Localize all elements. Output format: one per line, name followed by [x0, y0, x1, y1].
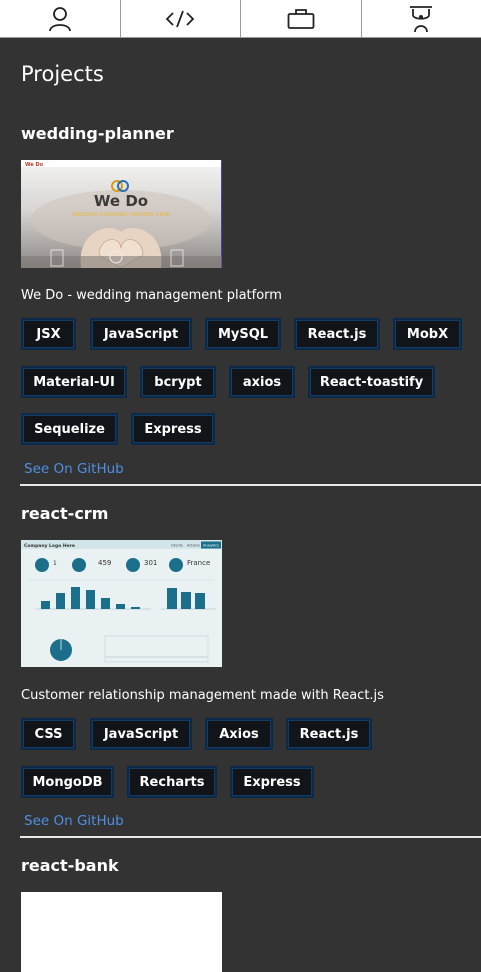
project-thumbnail[interactable]: We Do We Do WEDDING PLANNING HAPPENS HER… [21, 160, 222, 268]
tag: React-toastify [308, 366, 435, 398]
nav-experience-button[interactable] [241, 0, 362, 37]
project-description: Customer relationship management made wi… [21, 688, 384, 703]
tag: JSX [21, 318, 76, 350]
nav-projects-button[interactable] [121, 0, 242, 37]
tag: Express [131, 413, 215, 445]
briefcase-icon [287, 8, 315, 30]
section-title: Projects [21, 62, 104, 86]
svg-text:Company Logo Here: Company Logo Here [24, 543, 75, 549]
svg-text:France: France [187, 559, 210, 567]
svg-text:We Do: We Do [94, 192, 148, 210]
project-title: react-crm [21, 504, 108, 523]
tag: Sequelize [21, 413, 118, 445]
project-thumbnail[interactable] [21, 892, 222, 972]
tag: Material-UI [21, 366, 127, 398]
svg-text:1: 1 [53, 560, 57, 567]
project-description: We Do - wedding management platform [21, 288, 282, 303]
tag: MongoDB [21, 766, 114, 798]
tag: CSS [21, 718, 76, 750]
project-title: wedding-planner [21, 124, 174, 143]
tag: bcrypt [140, 366, 216, 398]
svg-text:Clients: Clients [171, 544, 183, 548]
divider [20, 484, 481, 486]
crm-screenshot: Company Logo Here Clients Actions Analyt… [21, 540, 222, 667]
code-icon [166, 10, 194, 28]
svg-text:We Do: We Do [25, 162, 44, 168]
github-link[interactable]: See On GitHub [24, 461, 124, 477]
tag: MySQL [205, 318, 281, 350]
divider [20, 836, 481, 838]
project-title: react-bank [21, 856, 119, 875]
svg-text:WEDDING PLANNING HAPPENS HERE: WEDDING PLANNING HAPPENS HERE [72, 212, 171, 218]
graduation-icon [408, 5, 434, 33]
wedding-screenshot: We Do We Do WEDDING PLANNING HAPPENS HER… [21, 160, 222, 268]
tag: Axios [205, 718, 273, 750]
project-thumbnail[interactable]: Company Logo Here Clients Actions Analyt… [21, 540, 222, 667]
nav-about-button[interactable] [0, 0, 121, 37]
tag: Recharts [127, 766, 217, 798]
tag: MobX [393, 318, 462, 350]
svg-text:Analytics: Analytics [203, 544, 219, 548]
tag: JavaScript [90, 718, 192, 750]
nav-education-button[interactable] [362, 0, 481, 37]
svg-text:Actions: Actions [187, 544, 200, 548]
github-link[interactable]: See On GitHub [24, 813, 124, 829]
tag: React.js [294, 318, 380, 350]
tag: axios [229, 366, 295, 398]
svg-text:459: 459 [98, 559, 111, 567]
tag: React.js [286, 718, 372, 750]
svg-text:301: 301 [144, 559, 157, 567]
tag: Express [230, 766, 314, 798]
user-icon [48, 6, 72, 32]
top-nav [0, 0, 481, 38]
tag: JavaScript [90, 318, 192, 350]
